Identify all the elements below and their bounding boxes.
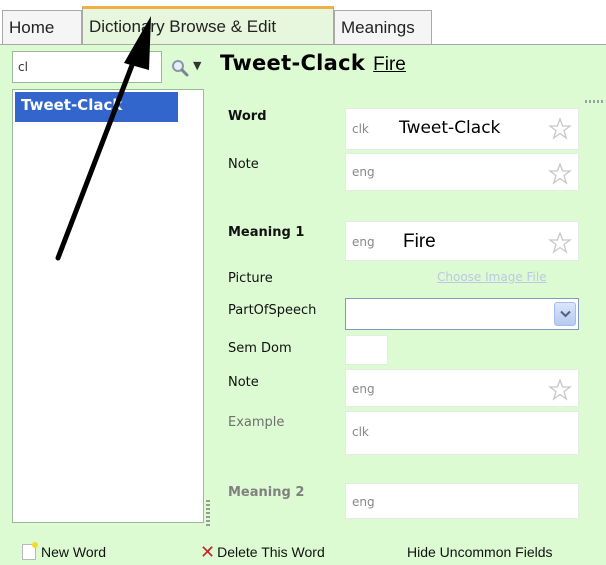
- meaning1-writing-system: eng: [352, 235, 375, 249]
- example-label: Example: [228, 415, 285, 430]
- options-grip-icon[interactable]: [585, 100, 603, 103]
- word-field[interactable]: clk Tweet-Clack: [345, 108, 579, 150]
- star-icon[interactable]: [548, 378, 572, 402]
- meaning1-field[interactable]: eng Fire: [345, 221, 579, 261]
- sem-dom-label: Sem Dom: [228, 341, 292, 356]
- note-label: Note: [228, 157, 259, 172]
- example-field[interactable]: clk: [345, 411, 579, 455]
- search-options-chevron-icon[interactable]: ▼: [193, 59, 201, 72]
- new-word-button[interactable]: New Word: [22, 542, 107, 560]
- meaning2-writing-system: eng: [352, 495, 375, 509]
- tab-dictionary-browse-edit[interactable]: Dictionary Browse & Edit: [82, 6, 334, 44]
- note-writing-system: eng: [352, 165, 375, 179]
- choose-image-file-link[interactable]: Choose Image File: [437, 270, 547, 284]
- main-panel: ▼ Tweet-Clack Tweet-Clack Fire Word clk …: [0, 44, 606, 565]
- meaning2-field[interactable]: eng: [345, 483, 579, 519]
- word-writing-system: clk: [352, 122, 369, 136]
- splitter-grip-icon[interactable]: [206, 500, 210, 528]
- bottom-toolbar: New Word ✕ Delete This Word Hide Uncommo…: [0, 540, 606, 565]
- word-list[interactable]: Tweet-Clack: [12, 89, 204, 523]
- list-item[interactable]: Tweet-Clack: [15, 92, 178, 122]
- part-of-speech-label: PartOfSpeech: [228, 303, 317, 318]
- delete-word-label: Delete This Word: [217, 544, 325, 560]
- note-field[interactable]: eng: [345, 153, 579, 191]
- meaning-note-writing-system: eng: [352, 382, 375, 396]
- delete-x-icon: ✕: [200, 542, 216, 562]
- hide-uncommon-fields-button[interactable]: Hide Uncommon Fields: [407, 544, 553, 560]
- word-label: Word: [228, 109, 267, 124]
- entry-header: Tweet-Clack Fire: [220, 51, 406, 81]
- meaning1-label: Meaning 1: [228, 225, 305, 240]
- search-input[interactable]: [12, 51, 162, 83]
- star-icon[interactable]: [548, 231, 572, 255]
- star-icon[interactable]: [548, 162, 572, 186]
- chevron-down-icon[interactable]: [554, 302, 576, 326]
- new-word-icon: [22, 542, 38, 560]
- meaning1-value: Fire: [403, 231, 436, 252]
- tab-strip: Home Dictionary Browse & Edit Meanings: [0, 0, 606, 44]
- search-icon[interactable]: [171, 59, 189, 77]
- meaning-note-label: Note: [228, 375, 259, 390]
- tab-home[interactable]: Home: [2, 10, 82, 44]
- picture-label: Picture: [228, 271, 273, 286]
- search-box: ▼: [12, 51, 204, 83]
- star-icon[interactable]: [548, 117, 572, 141]
- part-of-speech-select[interactable]: [345, 298, 579, 330]
- sem-dom-field[interactable]: [345, 335, 388, 365]
- new-word-label: New Word: [41, 544, 107, 560]
- meaning2-label: Meaning 2: [228, 485, 305, 500]
- header-word: Tweet-Clack: [220, 51, 366, 75]
- word-value: Tweet-Clack: [399, 118, 501, 138]
- delete-word-button[interactable]: ✕ Delete This Word: [200, 542, 325, 562]
- meaning-note-field[interactable]: eng: [345, 369, 579, 407]
- hide-uncommon-fields-label: Hide Uncommon Fields: [407, 544, 553, 560]
- tab-meanings[interactable]: Meanings: [334, 10, 432, 44]
- example-writing-system: clk: [352, 425, 369, 439]
- header-meaning-link[interactable]: Fire: [373, 54, 406, 76]
